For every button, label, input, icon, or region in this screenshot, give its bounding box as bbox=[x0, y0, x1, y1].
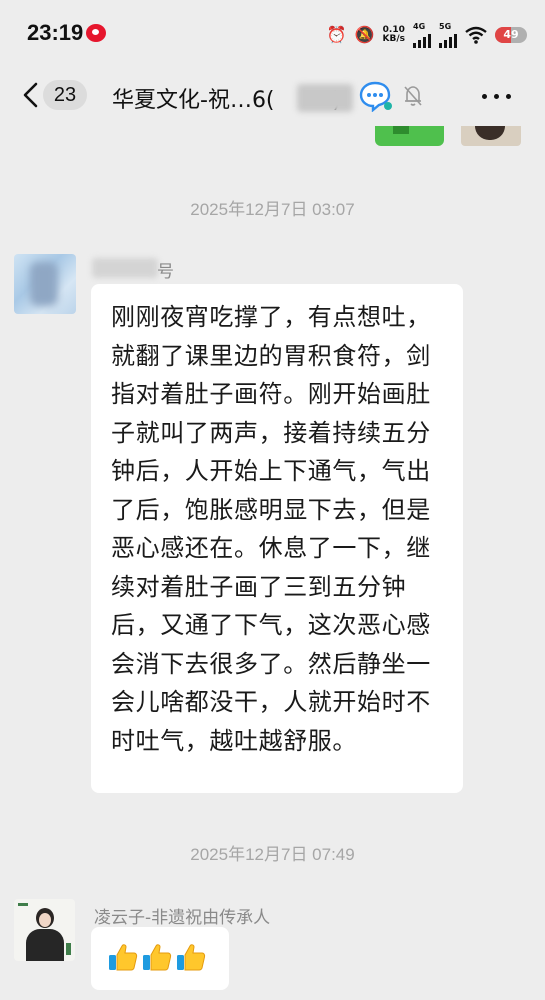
redacted-member-count bbox=[297, 84, 353, 112]
chat-message-list[interactable]: 2025年12月7日 03:07 号 刚刚夜宵吃撑了，有点想吐，就翻了课里边的胃… bbox=[0, 126, 545, 1000]
mute-status-icon: 🔕 bbox=[354, 25, 375, 44]
group-chat-badge-icon[interactable] bbox=[358, 80, 394, 112]
chat-nav-bar: 23 华夏文化-祝…6() bbox=[0, 64, 545, 126]
status-icons: ⏰ 🔕 0.10 KB/s 4G 5G 49 bbox=[327, 22, 527, 48]
sender-avatar[interactable] bbox=[14, 254, 76, 314]
previous-sticker[interactable] bbox=[375, 126, 444, 146]
message-timestamp: 2025年12月7日 03:07 bbox=[190, 200, 355, 219]
thumbs-up-icon bbox=[109, 944, 138, 971]
wifi-icon bbox=[465, 26, 487, 44]
message-bubble[interactable]: 刚刚夜宵吃撑了，有点想吐，就翻了课里边的胃积食符，剑指对着肚子画符。刚开始画肚子… bbox=[91, 284, 463, 793]
thumbs-up-icon bbox=[177, 944, 206, 971]
status-time: 23:19 bbox=[27, 20, 84, 45]
signal-4g-icon: 4G bbox=[413, 22, 431, 48]
self-avatar[interactable] bbox=[461, 126, 521, 146]
status-bar: 23:19 ⏰ 🔕 0.10 KB/s 4G 5G 49 bbox=[0, 0, 545, 64]
message-bubble[interactable] bbox=[91, 927, 229, 990]
muted-bell-icon[interactable] bbox=[402, 84, 424, 108]
weibo-notification-icon bbox=[86, 24, 106, 42]
alarm-icon: ⏰ bbox=[326, 25, 347, 44]
battery-icon: 49 bbox=[495, 27, 527, 43]
signal-5g-icon: 5G bbox=[439, 22, 457, 48]
thumbs-up-icon bbox=[143, 944, 172, 971]
sender-name: 号 bbox=[157, 262, 174, 282]
net-speed: 0.10 KB/s bbox=[382, 25, 405, 44]
message-timestamp: 2025年12月7日 07:49 bbox=[190, 845, 355, 864]
sender-name: 凌云子-非遗祝由传承人 bbox=[94, 908, 271, 928]
more-options-icon[interactable] bbox=[482, 94, 511, 99]
sender-avatar[interactable] bbox=[14, 899, 75, 961]
back-arrow-icon[interactable] bbox=[20, 81, 42, 109]
redacted-sender-name bbox=[92, 258, 158, 278]
unread-count-badge[interactable]: 23 bbox=[43, 80, 87, 110]
